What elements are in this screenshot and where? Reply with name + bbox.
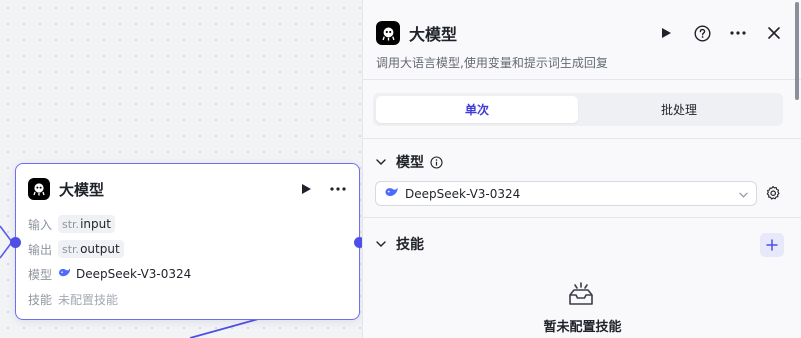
header-divider <box>363 79 801 80</box>
chevron-down-icon[interactable] <box>375 156 387 168</box>
close-icon[interactable] <box>765 24 783 42</box>
selected-model: DeepSeek-V3-0324 <box>405 186 521 201</box>
deepseek-whale-icon <box>58 267 71 281</box>
more-dots-icon[interactable] <box>729 24 747 42</box>
add-skill-button[interactable] <box>760 233 784 257</box>
output-variable-tag: str. output <box>58 240 124 258</box>
run-mode-switch: 单次 批处理 <box>373 93 783 126</box>
node-fields: 输入 str. input 输出 str. output 模型 DeepSeek… <box>28 215 191 315</box>
panel-scrollbar[interactable] <box>795 2 799 100</box>
tab-single[interactable]: 单次 <box>376 96 578 123</box>
llm-logo-icon <box>28 178 50 200</box>
skill-value: 未配置技能 <box>58 292 119 307</box>
node-config-panel: 大模型 调用大语言模型,使用变量和提示词生成回复 单次 批处理 模型 DeepS… <box>362 0 801 338</box>
skill-label: 技能 <box>28 292 53 307</box>
panel-header: 大模型 <box>376 21 783 45</box>
gear-icon[interactable] <box>765 185 781 205</box>
input-type: str. <box>62 217 80 231</box>
llm-node-card[interactable]: 大模型 输入 str. input 输出 str. output 模型 Deep… <box>10 163 365 320</box>
empty-box-icon <box>566 282 596 312</box>
chevron-down-icon[interactable] <box>375 238 387 250</box>
model-select[interactable]: DeepSeek-V3-0324 <box>375 181 757 206</box>
node-title: 大模型 <box>59 180 105 199</box>
skill-empty-text: 暂未配置技能 <box>543 320 622 335</box>
model-section-title: 模型 <box>396 155 424 171</box>
node-header: 大模型 <box>28 178 347 200</box>
skill-section-title: 技能 <box>396 237 424 253</box>
tab-batch[interactable]: 批处理 <box>578 96 780 123</box>
panel-title: 大模型 <box>409 25 458 44</box>
output-row: 输出 str. output <box>28 240 191 258</box>
model-label: 模型 <box>28 267 53 282</box>
input-label: 输入 <box>28 217 53 232</box>
input-value: input <box>80 217 111 231</box>
panel-description: 调用大语言模型,使用变量和提示词生成回复 <box>376 56 608 70</box>
output-value: output <box>80 242 120 256</box>
llm-logo-icon <box>376 21 400 45</box>
skill-row: 技能 未配置技能 <box>28 290 191 308</box>
output-type: str. <box>62 242 80 256</box>
more-dots-icon[interactable] <box>329 180 347 198</box>
play-icon[interactable] <box>297 180 315 198</box>
chevron-down-icon <box>739 187 748 201</box>
tabs-divider <box>363 138 801 139</box>
output-label: 输出 <box>28 242 53 257</box>
play-icon[interactable] <box>657 24 675 42</box>
deepseek-whale-icon <box>384 186 399 201</box>
skill-section-header: 技能 <box>375 234 783 254</box>
model-row: 模型 DeepSeek-V3-0324 <box>28 265 191 283</box>
info-icon[interactable] <box>430 155 443 169</box>
input-variable-tag: str. input <box>58 215 115 233</box>
model-value: DeepSeek-V3-0324 <box>76 267 192 281</box>
model-section-header: 模型 <box>375 152 783 172</box>
input-row: 输入 str. input <box>28 215 191 233</box>
help-circle-icon[interactable] <box>693 24 711 42</box>
plus-icon <box>766 239 778 251</box>
input-port[interactable] <box>10 237 21 248</box>
model-divider <box>363 217 801 218</box>
